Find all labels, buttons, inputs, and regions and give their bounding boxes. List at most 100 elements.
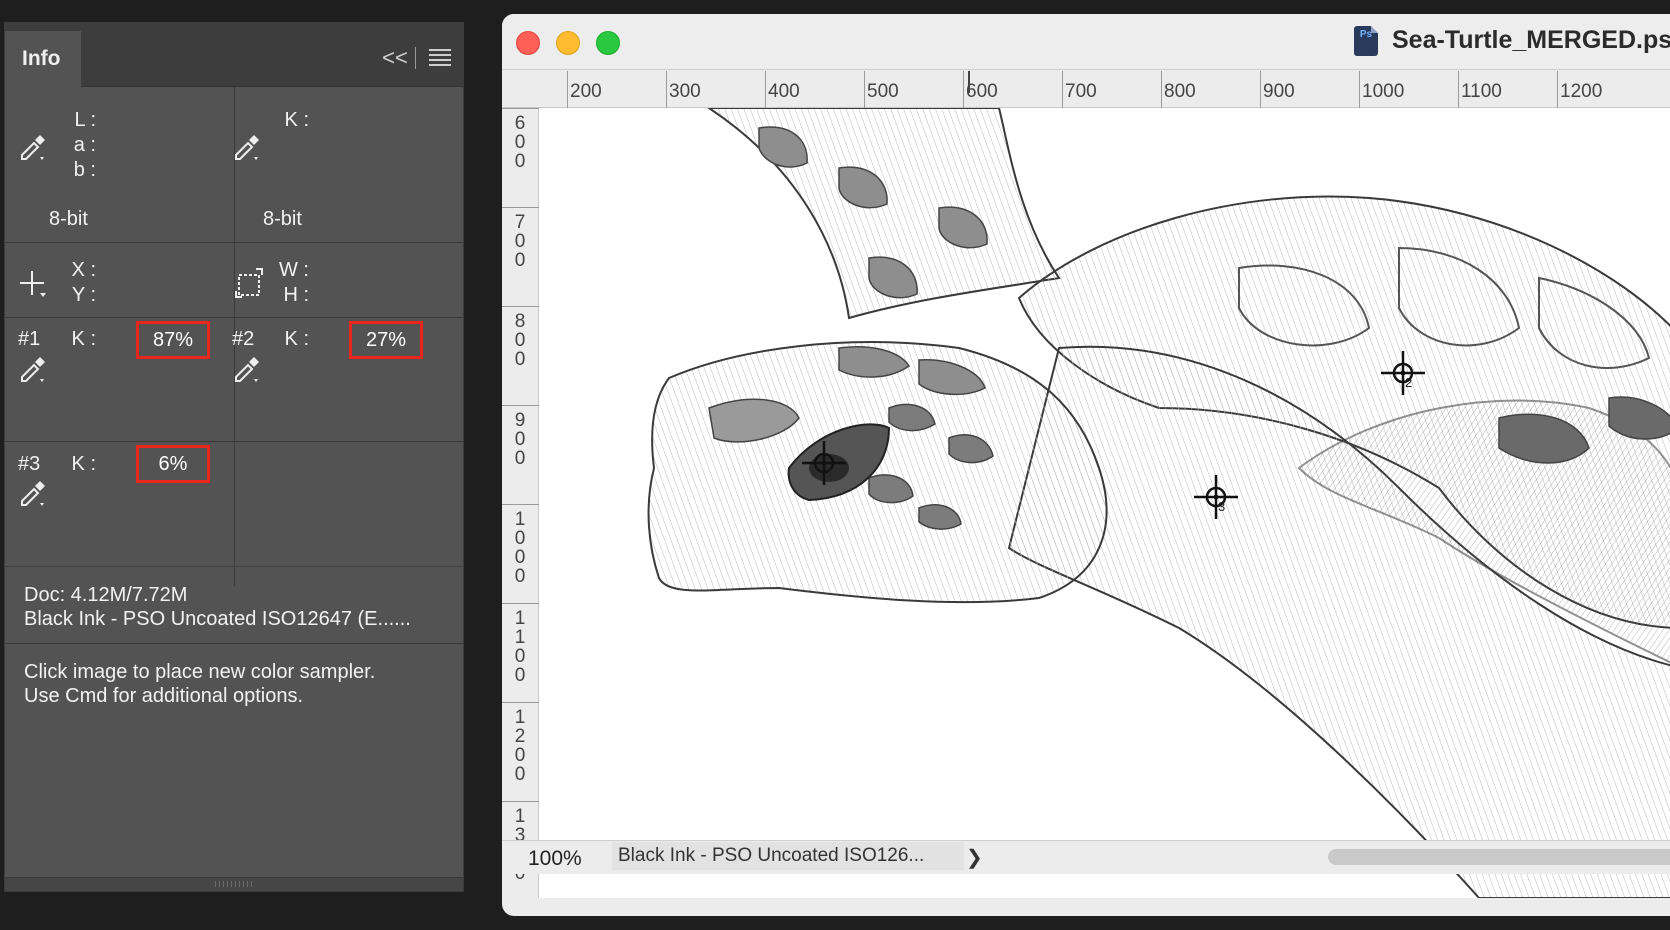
tab-info[interactable]: Info	[5, 31, 81, 88]
resize-grip-icon[interactable]	[215, 881, 255, 887]
ruler-tick	[1161, 71, 1162, 108]
close-window-button[interactable]	[516, 31, 540, 55]
doc-size-readout: Doc: 4.12M/7.72M	[24, 584, 188, 606]
collapse-panel-button[interactable]: <<	[381, 47, 409, 69]
ruler-tick	[1062, 71, 1063, 108]
ruler-tick	[502, 108, 539, 109]
ruler-tick	[502, 801, 539, 802]
sampler-3-value: 6%	[136, 445, 210, 483]
y-coordinate-label: Y :	[71, 284, 96, 306]
ruler-tick-label: 1000	[514, 509, 526, 587]
ruler-tick	[567, 71, 568, 108]
status-bar: 100% Black Ink - PSO Uncoated ISO126... …	[502, 840, 1670, 874]
header-divider	[415, 47, 416, 69]
sampler-3-id: #3	[18, 453, 41, 475]
ruler-tick-label: 600	[966, 81, 998, 102]
eyedropper-icon[interactable]	[232, 129, 262, 163]
selection-size-icon	[234, 267, 264, 301]
row-divider	[5, 643, 463, 644]
ruler-tick-label: 900	[1263, 81, 1295, 102]
ruler-tick-label: 600	[514, 113, 526, 172]
ruler-tick	[963, 71, 964, 108]
ruler-tick	[1557, 71, 1558, 108]
sea-turtle-sketch	[647, 108, 1670, 898]
height-label: H :	[283, 284, 309, 306]
row-divider	[5, 242, 463, 243]
color-sampler-2[interactable]: 2	[1379, 349, 1427, 397]
zoom-level[interactable]: 100%	[528, 847, 582, 871]
x-coordinate-label: X :	[71, 259, 96, 281]
color-sampler-1[interactable]: 1	[800, 439, 848, 487]
ruler-tick-label: 700	[514, 212, 526, 271]
row-divider	[5, 566, 463, 567]
ruler-tick-label: 900	[514, 410, 526, 469]
sampler-2-label: 2	[1405, 375, 1413, 390]
sampler-2-channel: K :	[284, 328, 309, 350]
ruler-tick-label: 800	[1164, 81, 1196, 102]
bit-depth-label: 8-bit	[49, 208, 88, 230]
ruler-tick-label: 1100	[514, 608, 526, 686]
sampler-1-channel: K :	[71, 328, 96, 350]
eyedropper-icon[interactable]	[18, 129, 48, 163]
ruler-tick	[1458, 71, 1459, 108]
zoom-window-button[interactable]	[596, 31, 620, 55]
ruler-tick-label: 1100	[1461, 81, 1502, 102]
lab-l-label: L :	[74, 109, 97, 131]
ruler-tick	[502, 504, 539, 505]
eyedropper-icon[interactable]	[18, 475, 48, 509]
window-titlebar: Ps Sea-Turtle_MERGED.psd	[502, 14, 1670, 70]
minimize-window-button[interactable]	[556, 31, 580, 55]
ruler-tick-label: 1000	[1362, 81, 1405, 102]
ruler-tick-label: 300	[669, 81, 701, 102]
ruler-tick	[765, 71, 766, 108]
panel-header: Info <<	[5, 23, 463, 88]
hint-text-line-2: Use Cmd for additional options.	[24, 685, 304, 707]
panel-menu-icon[interactable]	[429, 49, 451, 67]
document-profile-status[interactable]: Black Ink - PSO Uncoated ISO126...	[612, 842, 964, 870]
ruler-tick	[502, 306, 539, 307]
ruler-tick-label: 500	[867, 81, 899, 102]
ruler-tick	[502, 405, 539, 406]
ruler-tick	[502, 603, 539, 604]
sampler-1-value: 87%	[136, 321, 210, 359]
ruler-tick	[1260, 71, 1261, 108]
lab-a-label: a :	[73, 134, 96, 156]
crosshair-icon	[18, 267, 48, 301]
row-divider	[5, 441, 463, 442]
ruler-tick-label: 700	[1065, 81, 1097, 102]
ruler-tick	[666, 71, 667, 108]
horizontal-ruler[interactable]: 200 300 400 500 600 700 800 900 1000 1100 1200	[502, 71, 1670, 108]
ruler-tick	[864, 71, 865, 108]
chevron-right-icon[interactable]: ❯	[966, 845, 983, 870]
photoshop-file-icon: Ps	[1354, 26, 1378, 56]
ruler-tick	[502, 207, 539, 208]
color-profile-readout: Black Ink - PSO Uncoated ISO12647 (E....…	[24, 608, 411, 630]
vertical-ruler[interactable]: 6007008009001000110012001300	[502, 108, 539, 898]
sampler-2-value: 27%	[349, 321, 423, 359]
ruler-tick-label: 1200	[514, 707, 526, 785]
sampler-1-id: #1	[18, 328, 41, 350]
sampler-2-id: #2	[232, 328, 255, 350]
width-label: W :	[279, 259, 309, 281]
hint-text-line-1: Click image to place new color sampler.	[24, 661, 376, 683]
sampler-3-channel: K :	[71, 453, 96, 475]
color-sampler-3[interactable]: 3	[1192, 473, 1240, 521]
ruler-tick-label: 400	[768, 81, 800, 102]
document-title: Sea-Turtle_MERGED.psd	[1392, 26, 1670, 54]
ruler-tick-label: 1200	[1560, 81, 1603, 102]
info-panel: Info << L : a : b : 8-bit K : 8-bit X : …	[4, 22, 464, 892]
panel-resize-bar[interactable]	[5, 877, 463, 891]
ruler-tick-label: 800	[514, 311, 526, 370]
row-divider	[5, 317, 463, 318]
sampler-1-label: 1	[826, 465, 834, 480]
k-channel-label: K :	[284, 109, 309, 131]
ruler-tick	[1359, 71, 1360, 108]
eyedropper-icon[interactable]	[18, 351, 48, 385]
image-canvas[interactable]: 1 2 3	[539, 108, 1670, 898]
ruler-tick	[502, 702, 539, 703]
lab-b-label: b :	[73, 159, 96, 181]
horizontal-scrollbar[interactable]	[1328, 849, 1670, 865]
document-window: Ps Sea-Turtle_MERGED.psd 200 300 400 500 600…	[502, 14, 1670, 916]
ruler-tick-label: 200	[570, 81, 602, 102]
eyedropper-icon[interactable]	[232, 351, 262, 385]
